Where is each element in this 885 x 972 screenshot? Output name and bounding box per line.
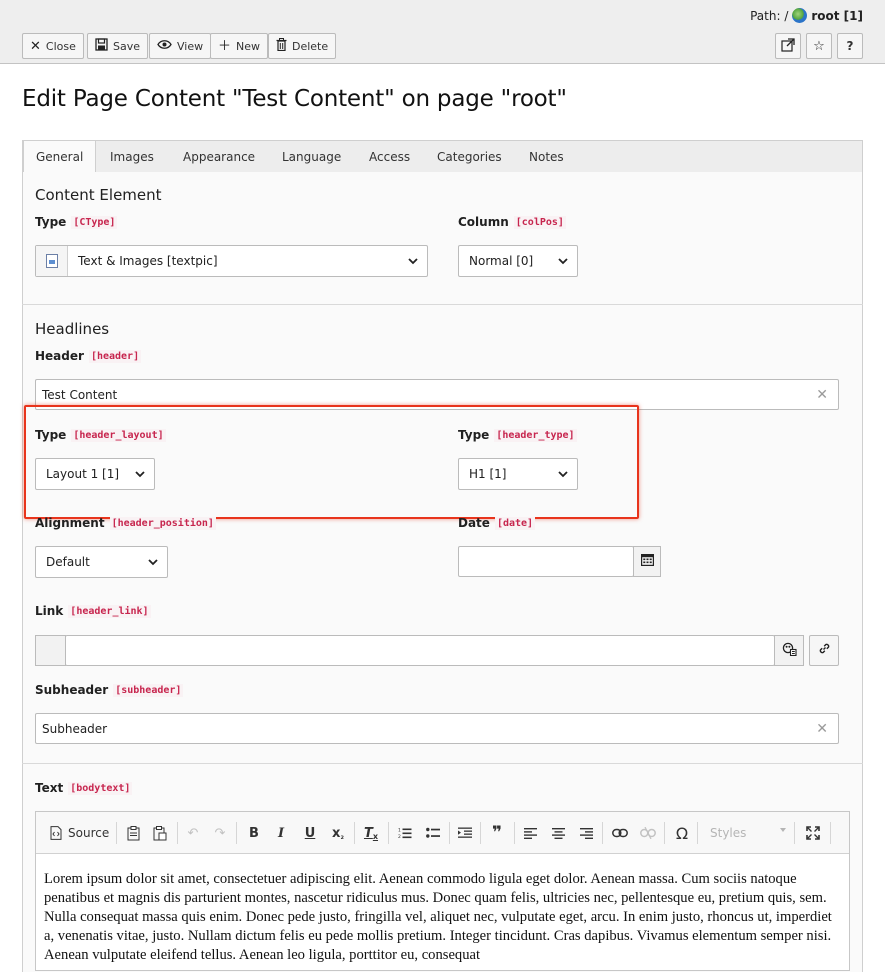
link-wizard-button[interactable] — [774, 635, 804, 666]
star-icon: ☆ — [813, 38, 825, 54]
page-title: Edit Page Content "Test Content" on page… — [22, 86, 567, 112]
unlink-icon[interactable] — [639, 823, 657, 843]
delete-button[interactable]: Delete — [268, 33, 337, 59]
rte-toolbar: Source ↶ ↷ B I U x₂ Tx 12 ❞ Ω Styles — [36, 812, 849, 854]
eye-icon — [157, 39, 172, 53]
bookmark-button[interactable]: ☆ — [806, 33, 832, 59]
caret-down-icon — [780, 828, 786, 832]
clear-icon[interactable]: ✕ — [816, 721, 828, 737]
globe-icon — [792, 8, 808, 23]
date-input[interactable] — [458, 546, 634, 577]
tab-general[interactable]: General — [23, 140, 97, 173]
save-icon — [95, 38, 108, 54]
section-content-element: Content Element — [35, 186, 162, 204]
bulleted-list-icon[interactable] — [425, 823, 441, 843]
source-icon — [50, 826, 62, 840]
tab-appearance[interactable]: Appearance — [171, 141, 267, 173]
ctype-label: Type [CType] — [35, 215, 118, 229]
bodytext-label: Text [bodytext] — [35, 781, 133, 795]
trash-icon — [276, 38, 287, 54]
alignment-label: Alignment [header_position] — [35, 516, 216, 530]
tab-images[interactable]: Images — [98, 141, 166, 173]
external-link-icon — [781, 37, 795, 55]
clear-icon[interactable]: ✕ — [816, 387, 828, 403]
copy-icon[interactable] — [125, 823, 141, 843]
ctype-select[interactable]: Text & Images [textpic] — [35, 245, 428, 277]
content-type-icon — [36, 246, 68, 276]
plus-icon: ＋ — [218, 38, 232, 54]
chevron-down-icon — [558, 258, 568, 265]
calendar-button[interactable] — [633, 546, 661, 577]
highlight-annotation — [24, 405, 639, 519]
align-left-icon[interactable] — [522, 823, 538, 843]
view-button[interactable]: View — [149, 33, 212, 59]
paste-text-icon[interactable] — [152, 823, 168, 843]
path-root-link[interactable]: root [1] — [811, 9, 863, 23]
svg-text:1: 1 — [398, 828, 401, 834]
tab-categories[interactable]: Categories — [425, 141, 514, 173]
header-label: Header [header] — [35, 349, 142, 363]
chain-link-icon — [818, 642, 831, 659]
numbered-list-icon[interactable]: 12 — [397, 823, 413, 843]
chevron-down-icon — [148, 559, 158, 566]
blockquote-icon[interactable]: ❞ — [488, 823, 506, 843]
redo-icon[interactable]: ↷ — [212, 823, 228, 843]
section-divider — [22, 304, 863, 305]
rich-text-editor: Source ↶ ↷ B I U x₂ Tx 12 ❞ Ω Styles Lor… — [35, 811, 850, 971]
special-character-icon[interactable]: Ω — [673, 823, 691, 843]
rte-content[interactable]: Lorem ipsum dolor sit amet, consectetuer… — [44, 870, 844, 965]
svg-text:2: 2 — [398, 834, 401, 839]
remove-format-icon[interactable]: Tx — [362, 823, 380, 843]
breadcrumb: Path: / root [1] — [750, 8, 863, 23]
date-label: Date [date] — [458, 516, 536, 530]
tab-language[interactable]: Language — [270, 141, 353, 173]
new-button[interactable]: ＋ New — [210, 33, 269, 59]
styles-dropdown[interactable]: Styles — [700, 822, 792, 844]
link-label: Link [header_link] — [35, 604, 151, 618]
save-button[interactable]: Save — [87, 33, 149, 59]
section-headlines: Headlines — [35, 320, 110, 338]
path-label: Path: / — [750, 8, 789, 23]
section-divider — [22, 763, 863, 764]
close-icon: ✕ — [30, 38, 41, 54]
link-browser-button[interactable] — [809, 635, 839, 666]
source-button[interactable]: Source — [50, 823, 109, 843]
link-icon[interactable] — [611, 823, 629, 843]
alignment-select[interactable]: Default — [35, 546, 168, 578]
doc-header: Path: / root [1] ✕ Close Save View ＋ New… — [0, 0, 885, 64]
indent-icon[interactable] — [457, 823, 473, 843]
subscript-icon[interactable]: x₂ — [329, 823, 347, 843]
open-new-window-button[interactable] — [775, 33, 801, 59]
link-prefix-addon — [35, 635, 66, 666]
subheader-input[interactable]: Subheader ✕ — [35, 713, 839, 744]
underline-icon[interactable]: U — [302, 823, 318, 843]
undo-icon[interactable]: ↶ — [185, 823, 201, 843]
chevron-down-icon — [408, 258, 418, 265]
bold-icon[interactable]: B — [246, 823, 262, 843]
maximize-icon[interactable] — [804, 823, 822, 843]
subheader-label: Subheader [subheader] — [35, 683, 184, 697]
tab-notes[interactable]: Notes — [517, 141, 576, 173]
colpos-select[interactable]: Normal [0] — [458, 245, 578, 277]
help-button[interactable]: ? — [837, 33, 863, 59]
align-center-icon[interactable] — [550, 823, 566, 843]
tab-access[interactable]: Access — [357, 141, 422, 173]
calendar-icon — [640, 553, 654, 570]
link-input[interactable] — [65, 635, 775, 666]
colpos-label: Column [colPos] — [458, 215, 566, 229]
italic-icon[interactable]: I — [273, 823, 289, 843]
link-wizard-icon — [782, 642, 797, 660]
align-right-icon[interactable] — [578, 823, 594, 843]
close-button[interactable]: ✕ Close — [22, 33, 84, 59]
tab-bar: General Images Appearance Language Acces… — [22, 140, 863, 173]
